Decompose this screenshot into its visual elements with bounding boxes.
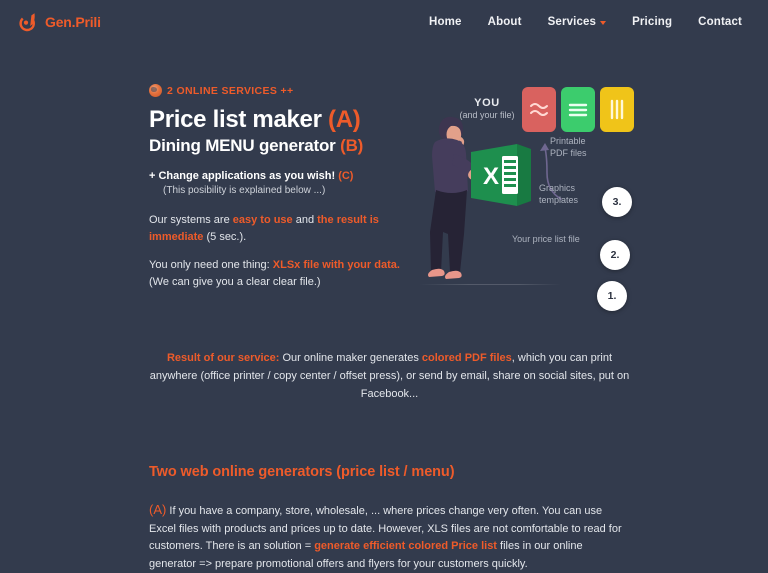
step-badge-2[interactable]: 2. <box>600 240 630 270</box>
change-applications-tag: (C) <box>338 170 354 183</box>
paragraph-a-highlight: generate efficient colored Price list <box>314 540 497 553</box>
nav-item-pricing[interactable]: Pricing <box>632 16 672 28</box>
hero-p2-highlight: XLSx file with your data. <box>272 259 400 272</box>
nav-item-services-label: Services <box>547 16 597 28</box>
change-applications-note: (This posibility is explained below ...) <box>163 185 326 197</box>
hero-p1-highlight-1: easy to use <box>232 214 293 227</box>
result-banner: Result of our service: Our online maker … <box>0 350 768 403</box>
chevron-down-icon <box>600 21 607 25</box>
page-subtitle-tag: (B) <box>340 135 364 155</box>
hero-copy: 2 ONLINE SERVICES ++ Price list maker (A… <box>149 84 411 302</box>
template-card-yellow <box>600 87 634 132</box>
nav-item-home-label: Home <box>429 16 462 28</box>
result-highlight: colored PDF files <box>421 352 512 365</box>
step-badge-3[interactable]: 3. <box>602 187 632 217</box>
template-card-green <box>561 87 595 132</box>
page-title: Price list maker (A) <box>149 106 411 134</box>
change-applications-line: + Change applications as you wish! (C) <box>149 170 411 182</box>
hero-paragraph-1: Our systems are easy to use and the resu… <box>149 212 411 246</box>
nav-item-contact[interactable]: Contact <box>698 16 742 28</box>
circle-logo-icon <box>18 11 40 33</box>
result-lead: Result of our service: <box>166 352 280 365</box>
nav-item-about[interactable]: About <box>488 16 522 28</box>
ground-line <box>419 284 561 285</box>
hero-illustration: YOU (and your file) X Printable PDF file… <box>419 84 768 311</box>
change-applications-text: + Change applications as you wish! <box>149 170 336 183</box>
globe-icon <box>149 84 162 97</box>
result-text: Result of our service: Our online maker … <box>149 350 630 403</box>
nav-item-about-label: About <box>487 16 522 28</box>
result-part1: Our online maker generates <box>279 352 422 365</box>
main-navigation: Home About Services Pricing Contact <box>429 16 742 28</box>
hero-p1-part2: and <box>292 214 318 227</box>
nav-item-home[interactable]: Home <box>429 16 462 28</box>
hero-p2-part1: You only need one thing: <box>149 259 273 272</box>
hero-paragraph-2: You only need one thing: XLSx file with … <box>149 257 411 291</box>
hero-p1-part3: (5 sec.). <box>203 231 247 244</box>
brand-logo[interactable]: Gen.Prili <box>18 11 101 33</box>
hero-eyebrow-label: 2 ONLINE SERVICES ++ <box>167 84 294 97</box>
paragraph-a: (A) If you have a company, store, wholes… <box>149 499 630 573</box>
hero-section: 2 ONLINE SERVICES ++ Price list maker (A… <box>0 44 768 311</box>
label-printable-pdf: Printable PDF files <box>550 136 587 158</box>
nav-item-services[interactable]: Services <box>548 16 607 28</box>
brand-name: Gen.Prili <box>45 14 101 30</box>
hero-eyebrow: 2 ONLINE SERVICES ++ <box>149 84 411 97</box>
page-subtitle-text: Dining MENU generator <box>149 135 336 155</box>
page-subtitle: Dining MENU generator (B) <box>149 136 411 156</box>
nav-item-pricing-label: Pricing <box>632 16 673 28</box>
nav-item-contact-label: Contact <box>698 16 742 28</box>
step-badge-1[interactable]: 1. <box>597 281 627 311</box>
page-title-text: Price list maker <box>149 106 322 133</box>
page-title-tag: (A) <box>328 106 361 133</box>
hero-p2-part2: (We can give you a clear clear file.) <box>149 276 321 289</box>
label-price-list-file: Your price list file <box>512 234 580 244</box>
you-label-title: YOU <box>474 97 500 109</box>
svg-text:X: X <box>483 163 499 190</box>
site-header: Gen.Prili Home About Services Pricing Co… <box>0 0 768 44</box>
paragraph-a-marker: (A) <box>149 501 167 517</box>
hero-p1-part1: Our systems are <box>149 214 233 227</box>
generators-section: Two web online generators (price list / … <box>0 464 768 573</box>
section-title: Two web online generators (price list / … <box>149 463 455 480</box>
label-graphics-templates: Graphics templates <box>539 183 579 205</box>
